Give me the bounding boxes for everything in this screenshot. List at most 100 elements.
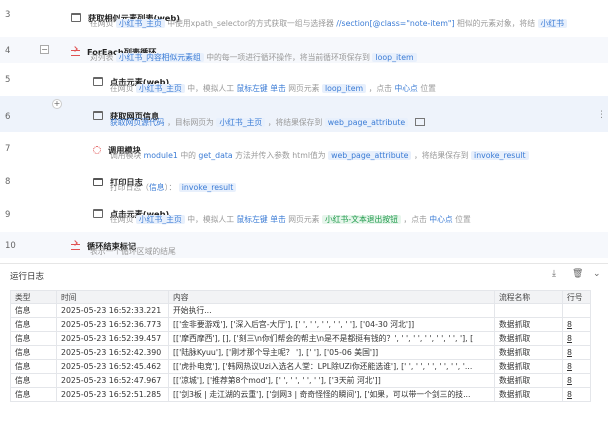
log-time: 2025-05-23 16:52:45.462	[56, 359, 169, 374]
variable-tag[interactable]: 小红书_主页	[135, 84, 185, 93]
log-row[interactable]: 信息 2025-05-23 16:52:47.967 [['凉城'], ['推荐…	[10, 373, 591, 388]
run-log-panel: 运行日志 ⤓ 🗑 ⌄ 类型 时间 内容 流程名称 行号 信息 2025-05-2…	[0, 263, 608, 431]
log-panel-title: 运行日志	[10, 272, 45, 282]
flow-step-row[interactable]: 10 循环结束标记 表示一个循环区域的结尾	[0, 232, 608, 258]
variable-tag[interactable]: loop_item	[321, 84, 367, 93]
line-number: 4	[5, 46, 11, 56]
loop-icon	[71, 50, 80, 56]
log-line-link[interactable]: 8	[562, 345, 591, 360]
flow-step-row[interactable]: 8 打印日志 打印日志（信息）： invoke_result	[0, 164, 608, 196]
log-row[interactable]: 信息 2025-05-23 16:52:51.285 [['剑3板 | 走江湖的…	[10, 387, 591, 402]
log-time: 2025-05-23 16:52:51.285	[56, 387, 169, 402]
trash-icon[interactable]: 🗑	[572, 269, 583, 279]
step-description: 对列表 小红书_内容相似元素组 中的每一项进行循环操作，将当前循环项保存到 lo…	[90, 52, 417, 63]
variable-tag[interactable]: 小红书_主页	[135, 215, 185, 224]
webpage-icon	[93, 77, 103, 86]
log-type: 信息	[10, 345, 57, 360]
log-flow: 数据抓取	[494, 331, 563, 346]
step-description: 表示一个循环区域的结尾	[90, 247, 176, 256]
log-type: 信息	[10, 303, 57, 318]
line-number: 3	[5, 10, 11, 20]
line-number: 9	[5, 210, 11, 220]
variable-tag[interactable]: 小红书	[537, 19, 567, 28]
line-number: 8	[5, 177, 11, 187]
variable-tag[interactable]: 小红书_内容相似元素组	[115, 53, 204, 62]
log-line-link[interactable]: 8	[562, 331, 591, 346]
log-row[interactable]: 信息 2025-05-23 16:52:33.221 开始执行...	[10, 303, 591, 318]
element-tag[interactable]: 小红书-文本退出按钮	[321, 215, 401, 224]
log-row[interactable]: 信息 2025-05-23 16:52:39.457 [['摩西摩西'], []…	[10, 331, 591, 346]
step-description: 在网页 小红书_主页 中使用xpath_selector的方式获取一组与选择器 …	[90, 18, 608, 29]
export-icon[interactable]: ⤓	[552, 269, 556, 279]
log-flow: 数据抓取	[494, 373, 563, 388]
step-description: 在网页 小红书_主页 中，模拟人工 鼠标左键 单击 网页元素 loop_item…	[110, 84, 436, 93]
log-content: [['金非要游戏'], ['深入后宫-大厅'], [' ', ' ', ' ',…	[168, 317, 495, 332]
step-description: 打印日志（信息）： invoke_result	[110, 182, 237, 193]
flow-step-row[interactable]: 9 点击元素(web) 在网页 小红书_主页 中，模拟人工 鼠标左键 单击 网页…	[0, 196, 608, 232]
more-options-icon[interactable]: ⋮	[597, 110, 606, 120]
column-header[interactable]: 内容	[168, 290, 495, 304]
log-header-row: 类型 时间 内容 流程名称 行号	[10, 290, 591, 304]
log-content: [['凉城'], ['推荐第8个mod'], [' ', ' ', ' ', '…	[168, 373, 495, 388]
log-content: [['摩西摩西'], [], ['刻三\n你们帮会的帮主\n是不是都挺有钱的？'…	[168, 331, 495, 346]
column-header[interactable]: 时间	[56, 290, 169, 304]
webpage-icon	[93, 111, 103, 120]
open-variable-icon[interactable]	[414, 118, 425, 126]
variable-tag[interactable]: loop_item	[372, 53, 417, 62]
webpage-icon	[93, 209, 103, 218]
log-row[interactable]: 信息 2025-05-23 16:52:36.773 [['金非要游戏'], […	[10, 317, 591, 332]
log-type: 信息	[10, 373, 57, 388]
log-table: 类型 时间 内容 流程名称 行号 信息 2025-05-23 16:52:33.…	[10, 290, 591, 402]
variable-tag[interactable]: 小红书_主页	[216, 118, 266, 127]
flow-step-row[interactable]: 5 点击元素(web) 在网页 小红书_主页 中，模拟人工 鼠标左键 单击 网页…	[0, 63, 608, 96]
line-number: 5	[5, 75, 11, 85]
log-flow: 数据抓取	[494, 345, 563, 360]
collapse-toggle-icon[interactable]: −	[40, 45, 49, 54]
log-type: 信息	[10, 359, 57, 374]
log-flow: 数据抓取	[494, 387, 563, 402]
line-number: 7	[5, 144, 11, 154]
step-description: 获取网页源代码 ，目标网页为 小红书_主页 ，将结果保存到 web_page_a…	[110, 117, 425, 128]
log-content: [['剑3板 | 走江湖的云重'], ['剑网3 | 奇奇怪怪的瞬间'], ['…	[168, 387, 495, 402]
add-step-icon[interactable]: +	[52, 99, 62, 109]
loop-end-icon	[71, 244, 80, 250]
step-description: 在网页 小红书_主页 中，模拟人工 鼠标左键 单击 网页元素 小红书-文本退出按…	[110, 215, 471, 224]
log-time: 2025-05-23 16:52:42.390	[56, 345, 169, 360]
log-line-link[interactable]	[562, 303, 591, 318]
variable-tag[interactable]: web_page_attribute	[328, 151, 412, 160]
log-type: 信息	[10, 317, 57, 332]
log-line-link[interactable]: 8	[562, 373, 591, 388]
log-row[interactable]: 信息 2025-05-23 16:52:42.390 [['陆脉Kyuu'], …	[10, 345, 591, 360]
variable-tag[interactable]: web_page_attribute	[324, 118, 409, 127]
log-content: 开始执行...	[168, 303, 495, 318]
log-time: 2025-05-23 16:52:39.457	[56, 331, 169, 346]
module-icon	[93, 146, 101, 154]
webpage-icon	[71, 13, 81, 22]
variable-tag[interactable]: invoke_result	[178, 183, 237, 192]
flow-step-row[interactable]: 7 调用模块 调用模块 module1 中的 get_data 方法并传入参数 …	[0, 132, 608, 164]
flow-step-row-selected[interactable]: 6 + 获取网页信息 获取网页源代码 ，目标网页为 小红书_主页 ，将结果保存到…	[0, 96, 608, 132]
flow-step-row[interactable]: 4 − ForEach列表循环 对列表 小红书_内容相似元素组 中的每一项进行循…	[0, 37, 608, 63]
selector-text: //section[@class="note-item"]	[336, 19, 455, 28]
log-line-link[interactable]: 8	[562, 359, 591, 374]
column-header[interactable]: 类型	[10, 290, 57, 304]
log-content: [['虎扑电竞'], ['韩网热议Uzi入选名人堂：LPL除UZi你还能选谁']…	[168, 359, 495, 374]
variable-tag[interactable]: 小红书_主页	[115, 19, 165, 28]
log-time: 2025-05-23 16:52:36.773	[56, 317, 169, 332]
log-row[interactable]: 信息 2025-05-23 16:52:45.462 [['虎扑电竞'], ['…	[10, 359, 591, 374]
log-content: [['陆脉Kyuu'], ['刚才那个导主呢？ '], [' '], ['05-…	[168, 345, 495, 360]
flow-step-row[interactable]: 3 获取相似元素列表(web) 在网页 小红书_主页 中使用xpath_sele…	[0, 0, 608, 37]
log-line-link[interactable]: 8	[562, 387, 591, 402]
column-header[interactable]: 流程名称	[494, 290, 563, 304]
chevron-down-icon[interactable]: ⌄	[593, 269, 601, 279]
log-line-link[interactable]: 8	[562, 317, 591, 332]
log-type: 信息	[10, 331, 57, 346]
column-header[interactable]: 行号	[562, 290, 591, 304]
printer-icon	[93, 178, 103, 186]
log-flow	[494, 303, 563, 318]
variable-tag[interactable]: invoke_result	[471, 151, 529, 160]
step-description: 调用模块 module1 中的 get_data 方法并传入参数 html值为 …	[110, 150, 529, 161]
log-flow: 数据抓取	[494, 359, 563, 374]
log-type: 信息	[10, 387, 57, 402]
line-number: 10	[5, 241, 16, 251]
